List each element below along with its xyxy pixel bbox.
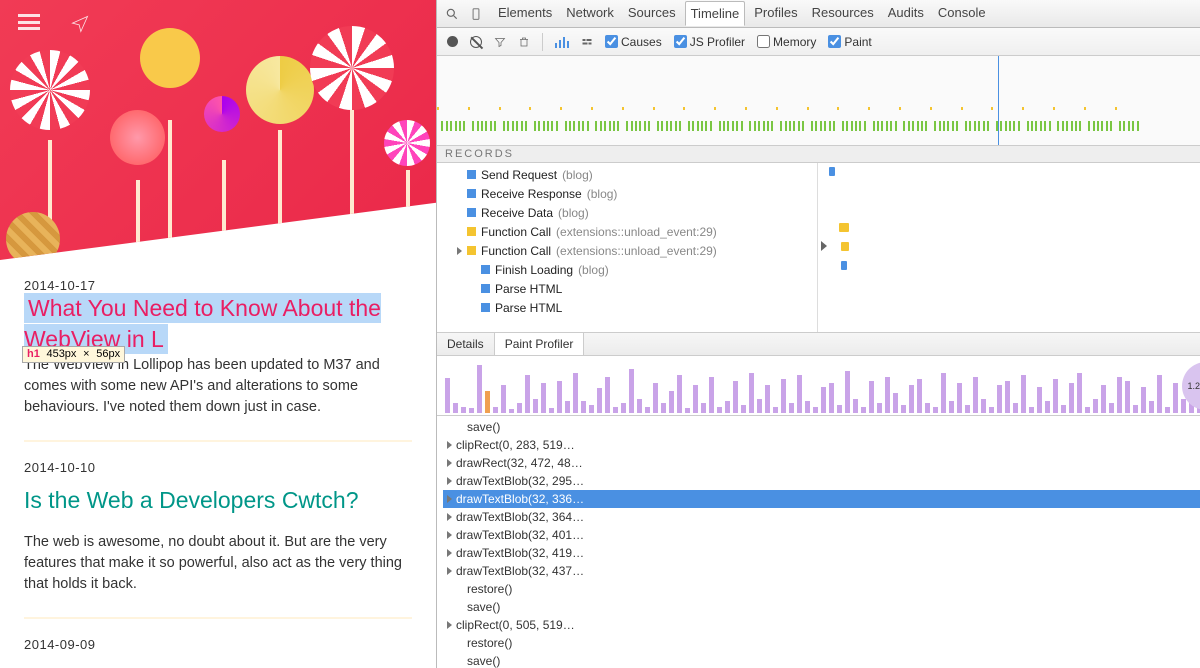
check-memory[interactable]: Memory xyxy=(757,35,816,49)
paint-command[interactable]: clipRect(0, 283, 519… xyxy=(443,436,1200,454)
paint-command[interactable]: restore() xyxy=(443,580,1200,598)
paint-command[interactable]: save() xyxy=(443,652,1200,668)
record-type-icon xyxy=(467,170,476,179)
site-preview: 2014-10-17 What You Need to Know About t… xyxy=(0,0,436,668)
view-frames-icon[interactable] xyxy=(581,36,593,48)
expand-icon[interactable] xyxy=(447,549,452,557)
record-row[interactable]: Function Call (extensions::unload_event:… xyxy=(445,222,817,241)
tab-profiles[interactable]: Profiles xyxy=(749,1,802,26)
paint-command[interactable]: drawTextBlob(32, 437… xyxy=(443,562,1200,580)
post-title[interactable]: Is the Web a Developers Cwtch? xyxy=(24,485,412,516)
record-type-icon xyxy=(467,227,476,236)
tab-elements[interactable]: Elements xyxy=(493,1,557,26)
record-type-icon xyxy=(481,303,490,312)
paint-command[interactable]: save() xyxy=(443,418,1200,436)
paint-command[interactable]: drawTextBlob(32, 401… xyxy=(443,526,1200,544)
record-row[interactable]: Finish Loading (blog) xyxy=(445,260,817,279)
paint-command[interactable]: drawTextBlob(32, 419… xyxy=(443,544,1200,562)
paint-command[interactable]: drawTextBlob(32, 336… xyxy=(443,490,1200,508)
tab-console[interactable]: Console xyxy=(933,1,991,26)
paint-command[interactable]: drawTextBlob(32, 295… xyxy=(443,472,1200,490)
expand-icon[interactable] xyxy=(447,477,452,485)
subtab-details[interactable]: Details xyxy=(437,333,495,355)
post-date: 2014-09-09 xyxy=(24,637,412,652)
expand-icon[interactable] xyxy=(447,495,452,503)
expand-icon[interactable] xyxy=(447,441,452,449)
record-row[interactable]: Parse HTML xyxy=(445,279,817,298)
post-excerpt: The WebView in Lollipop has been updated… xyxy=(24,355,412,418)
expand-icon[interactable] xyxy=(447,621,452,629)
expand-icon[interactable] xyxy=(447,531,452,539)
devtools-panel: ElementsNetworkSourcesTimelineProfilesRe… xyxy=(436,0,1200,668)
element-dimensions-tooltip: h1 453px × 56px xyxy=(22,346,125,363)
record-row[interactable]: Receive Data (blog) xyxy=(445,203,817,222)
paint-command[interactable]: drawTextBlob(32, 364… xyxy=(443,508,1200,526)
timeline-toolbar: Causes JS Profiler Memory Paint xyxy=(437,28,1200,56)
devtools-tabs: ElementsNetworkSourcesTimelineProfilesRe… xyxy=(437,0,1200,28)
expand-icon[interactable] xyxy=(447,567,452,575)
record-type-icon xyxy=(481,284,490,293)
expand-icon[interactable] xyxy=(447,459,452,467)
paint-command[interactable]: restore() xyxy=(443,634,1200,652)
garbage-icon[interactable] xyxy=(518,36,530,48)
record-row[interactable]: Send Request (blog) xyxy=(445,165,817,184)
paint-flame-chart[interactable]: 1.262 ms xyxy=(437,356,1200,416)
post-title[interactable]: What You Need to Know About the WebView … xyxy=(24,295,381,352)
record-row[interactable]: Parse HTML xyxy=(445,298,817,317)
records-header: RECORDS xyxy=(437,146,1200,163)
paint-command[interactable]: drawRect(32, 472, 48… xyxy=(443,454,1200,472)
clear-button[interactable] xyxy=(470,36,482,48)
subtab-paint-profiler[interactable]: Paint Profiler xyxy=(495,333,585,355)
record-type-icon xyxy=(467,189,476,198)
record-button[interactable] xyxy=(447,36,458,47)
check-causes[interactable]: Causes xyxy=(605,35,662,49)
records-list[interactable]: Send Request (blog) Receive Response (bl… xyxy=(437,163,1200,333)
tab-sources[interactable]: Sources xyxy=(623,1,681,26)
expand-icon[interactable] xyxy=(447,513,452,521)
paint-profiler: 1.262 ms save()clipRect(0, 283, 519…draw… xyxy=(437,356,1200,668)
filter-icon[interactable] xyxy=(494,36,506,48)
record-type-icon xyxy=(467,208,476,217)
blog-post: 2014-09-09 Your Guide to SSL on Nginx Ev… xyxy=(24,619,412,668)
tab-resources[interactable]: Resources xyxy=(807,1,879,26)
paint-command[interactable]: clipRect(0, 505, 519… xyxy=(443,616,1200,634)
tab-audits[interactable]: Audits xyxy=(883,1,929,26)
device-icon[interactable] xyxy=(469,7,483,21)
paint-commands[interactable]: save()clipRect(0, 283, 519…drawRect(32, … xyxy=(437,416,1200,668)
record-row[interactable]: Function Call (extensions::unload_event:… xyxy=(445,241,817,260)
post-excerpt: The web is awesome, no doubt about it. B… xyxy=(24,532,412,595)
record-row[interactable]: Receive Response (blog) xyxy=(445,184,817,203)
tab-timeline[interactable]: Timeline xyxy=(685,1,746,26)
post-title[interactable]: Your Guide to SSL on Nginx xyxy=(24,662,412,668)
paint-command[interactable]: save() xyxy=(443,598,1200,616)
timeline-overview[interactable]: 30 fps 60 fps xyxy=(437,56,1200,146)
search-icon[interactable] xyxy=(445,7,459,21)
post-date: 2014-10-10 xyxy=(24,460,412,475)
check-paint[interactable]: Paint xyxy=(828,35,871,49)
blog-post: 2014-10-10 Is the Web a Developers Cwtch… xyxy=(24,442,412,619)
check-js-profiler[interactable]: JS Profiler xyxy=(674,35,745,49)
record-type-icon xyxy=(467,246,476,255)
expand-icon[interactable] xyxy=(457,247,462,255)
hero-banner xyxy=(0,0,436,260)
record-type-icon xyxy=(481,265,490,274)
tab-network[interactable]: Network xyxy=(561,1,619,26)
view-bars-icon[interactable] xyxy=(555,36,569,48)
hero-art xyxy=(0,0,436,260)
timeline-subtabs: DetailsPaint Profiler xyxy=(437,333,1200,356)
post-date: 2014-10-17 xyxy=(24,278,412,293)
